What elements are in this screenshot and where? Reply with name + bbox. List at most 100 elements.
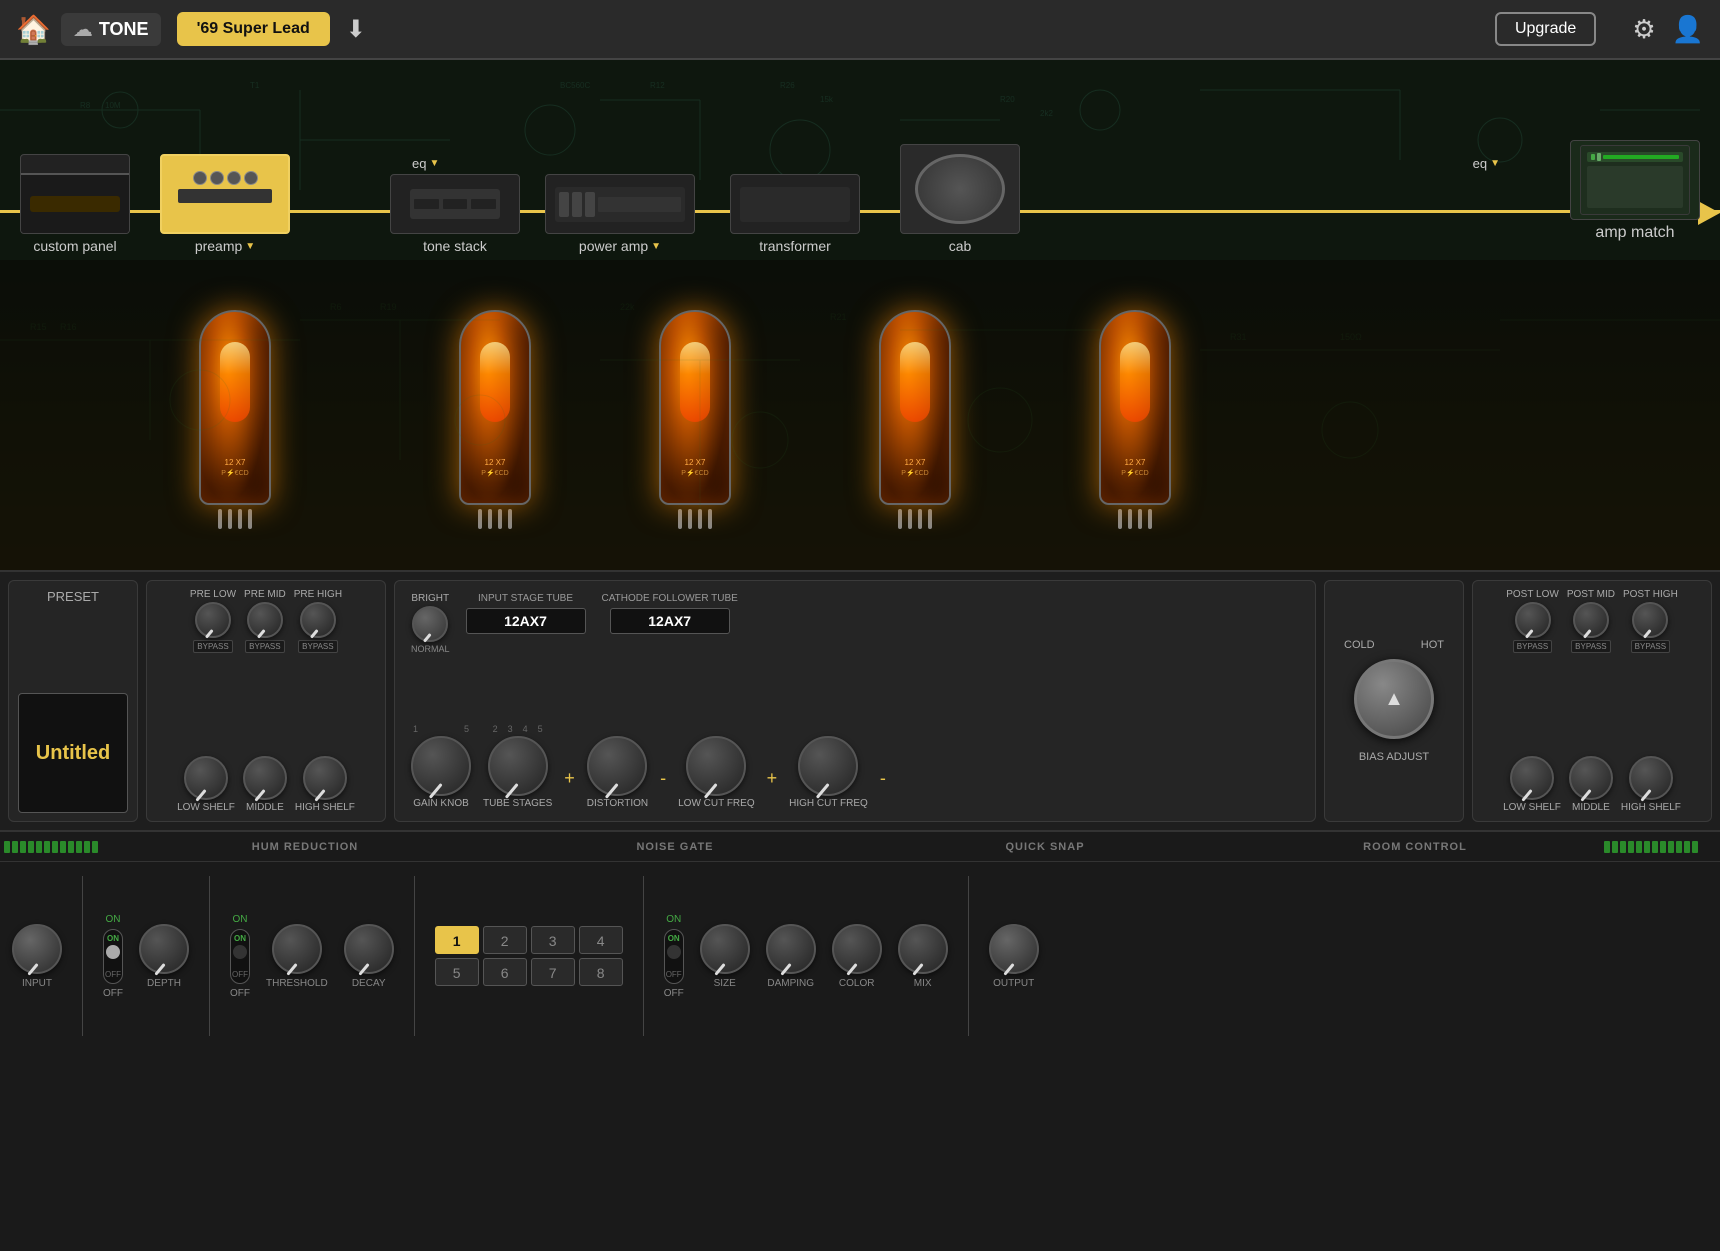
post-low-knob[interactable] xyxy=(1515,602,1551,638)
post-low-shelf-knob[interactable] xyxy=(1510,756,1554,800)
quick-snap-grid-container: 1 2 3 4 5 6 7 8 xyxy=(435,926,623,986)
post-high-shelf-knob[interactable] xyxy=(1629,756,1673,800)
bright-label: BRIGHT xyxy=(411,593,449,604)
gain-knob[interactable] xyxy=(411,736,471,796)
depth-group: DEPTH xyxy=(139,924,189,989)
snap-btn-1[interactable]: 1 xyxy=(435,926,479,954)
eq-right-label[interactable]: eq▼ xyxy=(1473,156,1500,171)
minus-sign-1: - xyxy=(660,768,666,809)
snap-btn-4[interactable]: 4 xyxy=(579,926,623,954)
size-group: SIZE xyxy=(700,924,750,989)
settings-icon[interactable]: ⚙ xyxy=(1632,14,1655,45)
high-shelf-pre-knob[interactable] xyxy=(303,756,347,800)
hum-toggle[interactable]: ON OFF xyxy=(103,929,123,984)
distortion-label: DISTORTION xyxy=(587,798,648,809)
input-knob[interactable] xyxy=(12,924,62,974)
room-toggle[interactable]: ON OFF xyxy=(664,929,684,984)
pre-low-knob[interactable] xyxy=(195,602,231,638)
post-middle-knob[interactable] xyxy=(1569,756,1613,800)
svg-text:R21: R21 xyxy=(830,312,847,322)
low-cut-knob[interactable] xyxy=(686,736,746,796)
middle-group: MIDDLE xyxy=(243,756,287,813)
pre-high-bypass[interactable]: BYPASS xyxy=(298,640,337,653)
color-knob[interactable] xyxy=(832,924,882,974)
svg-text:BC560C: BC560C xyxy=(560,81,590,90)
bright-knob[interactable] xyxy=(412,606,448,642)
preamp-chain-item[interactable]: preamp ▼ xyxy=(160,154,290,260)
depth-knob[interactable] xyxy=(139,924,189,974)
pre-mid-bypass[interactable]: BYPASS xyxy=(245,640,284,653)
threshold-knob[interactable] xyxy=(272,924,322,974)
snap-btn-7[interactable]: 7 xyxy=(531,958,575,986)
input-group: INPUT xyxy=(12,924,62,989)
preset-box[interactable]: Untitled xyxy=(18,693,128,813)
cathode-tube-select[interactable]: 12AX7 xyxy=(610,608,730,634)
input-tube-select[interactable]: 12AX7 xyxy=(466,608,586,634)
svg-text:22k: 22k xyxy=(620,302,635,312)
quick-snap-label: QUICK SNAP xyxy=(860,841,1230,853)
cab-chain-item[interactable]: cab xyxy=(900,144,1020,260)
svg-text:R31: R31 xyxy=(1230,332,1247,342)
custom-panel-item[interactable]: custom panel xyxy=(20,154,130,260)
upgrade-button[interactable]: Upgrade xyxy=(1495,12,1596,46)
amp-match-area[interactable]: amp match xyxy=(1570,140,1700,242)
post-low-bypass[interactable]: BYPASS xyxy=(1513,640,1552,653)
mix-knob[interactable] xyxy=(898,924,948,974)
user-icon[interactable]: 👤 xyxy=(1672,14,1704,45)
tonestack-chain-item[interactable]: tone stack xyxy=(390,174,520,260)
snap-btn-2[interactable]: 2 xyxy=(483,926,527,954)
normal-label: NORMAL xyxy=(411,644,450,654)
poweramp-chain-item[interactable]: power amp ▼ xyxy=(545,174,695,260)
noise-on-label: ON xyxy=(233,914,248,925)
transformer-chain-item[interactable]: transformer xyxy=(730,174,860,260)
svg-text:R19: R19 xyxy=(380,302,397,312)
damping-knob[interactable] xyxy=(766,924,816,974)
snap-btn-8[interactable]: 8 xyxy=(579,958,623,986)
hum-on-toggle: ON ON OFF OFF xyxy=(103,914,123,999)
signal-chain: R8 10M T1 BC560C R12 R26 15k R20 2k2 cus… xyxy=(0,60,1720,260)
custom-panel-label: custom panel xyxy=(33,238,116,254)
low-shelf-knob[interactable] xyxy=(184,756,228,800)
low-cut-label: LOW CUT FREQ xyxy=(678,798,754,809)
pre-high-label: PRE HIGH xyxy=(294,589,342,600)
decay-knob[interactable] xyxy=(344,924,394,974)
size-knob[interactable] xyxy=(700,924,750,974)
middle-label: MIDDLE xyxy=(246,802,284,813)
post-low-group: POST LOW BYPASS xyxy=(1506,589,1559,653)
distortion-knob[interactable] xyxy=(587,736,647,796)
bottom-strip: HUM REDUCTION NOISE GATE QUICK SNAP ROOM… xyxy=(0,830,1720,1050)
pre-mid-knob[interactable] xyxy=(247,602,283,638)
snap-btn-5[interactable]: 5 xyxy=(435,958,479,986)
post-high-label: POST HIGH xyxy=(1623,589,1678,600)
ctone-logo[interactable]: ☁ TONE xyxy=(61,13,161,46)
post-low-shelf-label: LOW SHELF xyxy=(1503,802,1561,813)
bias-knob[interactable] xyxy=(1354,659,1434,739)
pre-high-knob[interactable] xyxy=(300,602,336,638)
snap-btn-6[interactable]: 6 xyxy=(483,958,527,986)
output-label: OUTPUT xyxy=(993,978,1034,989)
pre-low-bypass[interactable]: BYPASS xyxy=(193,640,232,653)
noise-toggle[interactable]: ON OFF xyxy=(230,929,250,984)
amp-match-label: amp match xyxy=(1595,224,1674,242)
divider-4 xyxy=(643,876,644,1036)
post-high-knob[interactable] xyxy=(1632,602,1668,638)
color-group: COLOR xyxy=(832,924,882,989)
middle-knob[interactable] xyxy=(243,756,287,800)
distortion-group: DISTORTION xyxy=(587,736,648,809)
post-mid-bypass[interactable]: BYPASS xyxy=(1571,640,1610,653)
snap-btn-3[interactable]: 3 xyxy=(531,926,575,954)
mix-label: MIX xyxy=(914,978,932,989)
threshold-group: THRESHOLD xyxy=(266,924,328,989)
preset-name-button[interactable]: '69 Super Lead xyxy=(177,12,330,46)
tube-stages-knob[interactable] xyxy=(488,736,548,796)
minus-sign-2: - xyxy=(880,768,886,809)
high-cut-knob[interactable] xyxy=(798,736,858,796)
output-knob[interactable] xyxy=(989,924,1039,974)
tube-stages-group: 2345 TUBE STAGES xyxy=(483,724,552,809)
download-icon[interactable]: ⬇ xyxy=(346,15,366,44)
post-mid-knob[interactable] xyxy=(1573,602,1609,638)
cold-hot-bar: COLD HOT xyxy=(1344,639,1444,651)
home-icon[interactable]: 🏠 xyxy=(16,13,51,46)
post-high-bypass[interactable]: BYPASS xyxy=(1631,640,1670,653)
eq-left-label[interactable]: eq▼ xyxy=(412,156,439,171)
